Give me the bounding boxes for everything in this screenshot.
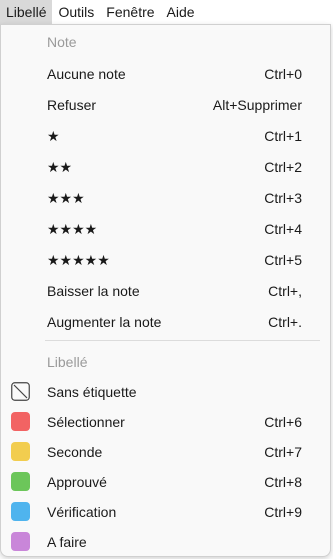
menu-item-rating-2[interactable]: ★★ Ctrl+2 [1, 152, 330, 182]
menubar-aide[interactable]: Aide [161, 0, 201, 24]
note-section-header: Note [47, 34, 77, 50]
menubar-outils[interactable]: Outils [52, 0, 100, 24]
menu-item-shortcut: Ctrl+0 [264, 66, 302, 82]
yellow-swatch-icon [11, 442, 30, 461]
menubar-fenetre[interactable]: Fenêtre [100, 0, 160, 24]
star-rating-label: ★★★★★ [47, 251, 110, 268]
menu-item-label: Seconde [47, 444, 103, 460]
menu-item-shortcut: Ctrl+3 [264, 190, 302, 206]
menu-item-rating-4[interactable]: ★★★★ Ctrl+4 [1, 214, 330, 244]
menu-item-augmenter-note[interactable]: Augmenter la note Ctrl+. [1, 307, 330, 337]
menu-item-aucune-note[interactable]: Aucune note Ctrl+0 [1, 59, 330, 89]
menu-item-shortcut: Ctrl+8 [264, 474, 302, 490]
menu-item-label: Refuser [47, 97, 97, 113]
menu-item-shortcut: Ctrl+2 [264, 159, 302, 175]
menu-item-label: Vérification [47, 504, 117, 520]
menu-item-a-faire[interactable]: A faire [1, 527, 330, 557]
menu-item-rating-1[interactable]: ★ Ctrl+1 [1, 121, 330, 151]
star-rating-label: ★ [47, 127, 60, 144]
menu-item-label: Sans étiquette [47, 384, 137, 400]
menu-item-approuve[interactable]: Approuvé Ctrl+8 [1, 467, 330, 497]
menu-item-selectionner[interactable]: Sélectionner Ctrl+6 [1, 407, 330, 437]
menu-item-label: Sélectionner [47, 414, 125, 430]
menu-item-shortcut: Alt+Supprimer [212, 97, 302, 113]
menu-item-label: A faire [47, 534, 87, 550]
menu-item-shortcut: Ctrl+1 [264, 128, 302, 144]
menu-item-shortcut: Ctrl+. [268, 314, 302, 330]
blue-swatch-icon [11, 502, 30, 521]
no-label-icon [11, 382, 30, 401]
menu-bar: Libellé Outils Fenêtre Aide [0, 0, 333, 24]
menu-item-shortcut: Ctrl+4 [264, 221, 302, 237]
menu-item-label: Baisser la note [47, 283, 140, 299]
menu-item-rating-3[interactable]: ★★★ Ctrl+3 [1, 183, 330, 213]
red-swatch-icon [11, 412, 30, 431]
menu-item-label: Approuvé [47, 474, 107, 490]
menu-item-verification[interactable]: Vérification Ctrl+9 [1, 497, 330, 527]
menu-item-baisser-note[interactable]: Baisser la note Ctrl+, [1, 276, 330, 306]
menu-item-shortcut: Ctrl+7 [264, 444, 302, 460]
star-rating-label: ★★★ [47, 189, 85, 206]
menu-item-label: Aucune note [47, 66, 126, 82]
purple-swatch-icon [11, 532, 30, 551]
star-rating-label: ★★★★ [47, 220, 98, 237]
libelle-dropdown-menu: Note Aucune note Ctrl+0 Refuser Alt+Supp… [0, 24, 331, 557]
menu-item-shortcut: Ctrl+9 [264, 504, 302, 520]
menu-item-shortcut: Ctrl+5 [264, 252, 302, 268]
menu-item-refuser[interactable]: Refuser Alt+Supprimer [1, 90, 330, 120]
menu-item-shortcut: Ctrl+, [268, 283, 302, 299]
menu-item-shortcut: Ctrl+6 [264, 414, 302, 430]
star-rating-label: ★★ [47, 158, 73, 175]
menu-item-rating-5[interactable]: ★★★★★ Ctrl+5 [1, 245, 330, 275]
menu-item-sans-etiquette[interactable]: Sans étiquette [1, 377, 330, 407]
menu-item-seconde[interactable]: Seconde Ctrl+7 [1, 437, 330, 467]
menu-item-label: Augmenter la note [47, 314, 162, 330]
label-section-header: Libellé [47, 354, 88, 370]
menubar-libelle[interactable]: Libellé [0, 0, 53, 24]
menu-separator [45, 340, 320, 341]
green-swatch-icon [11, 472, 30, 491]
